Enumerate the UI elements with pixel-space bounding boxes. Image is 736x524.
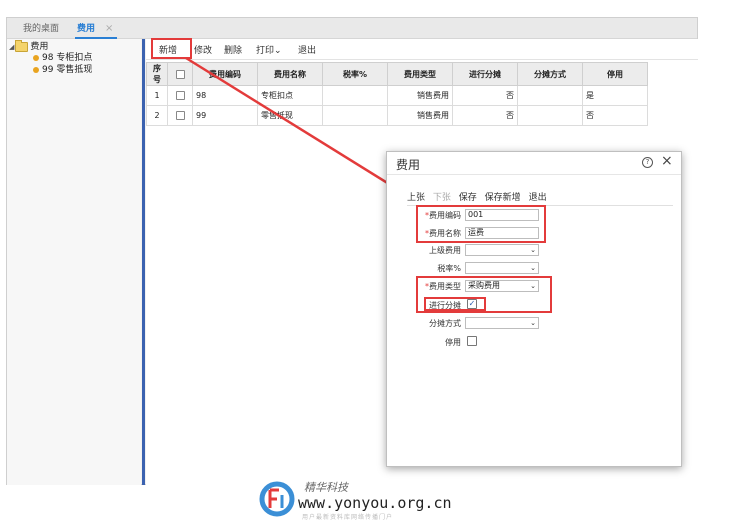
main-toolbar: 新增 修改 删除 打印⌄ 退出 [146,38,698,60]
row-name: 零售抵现 [257,105,323,126]
chevron-down-icon: ⌄ [530,246,536,254]
row-tax [322,85,388,106]
col-type: 费用类型 [387,62,453,86]
help-icon[interactable]: ? [642,157,653,168]
row-name: 专柜扣点 [257,85,323,106]
tab-expense-label: 费用 [77,24,96,34]
tax-label: 税率% [437,264,461,273]
col-select-all[interactable] [167,62,193,86]
disabled-label: 停用 [445,338,461,347]
col-share: 进行分摊 [452,62,518,86]
row-type: 销售费用 [387,85,453,106]
row-seq: 1 [146,85,168,106]
leaf-icon [33,66,39,73]
col-disabled: 停用 [582,62,648,86]
row-code: 99 [192,105,258,126]
folder-icon [15,40,29,52]
method-select[interactable]: ⌄ [465,317,539,329]
expense-dialog: 费用 ? × 上张 下张 保存 保存新增 退出 *费用编码 001 *费用名称 … [386,151,682,467]
parent-select[interactable]: ⌄ [465,244,539,256]
tab-expense[interactable]: 费用 [75,21,118,39]
col-code: 费用编码 [192,62,258,86]
tree-item-label: 99 零售抵现 [42,65,93,75]
disabled-checkbox[interactable] [467,336,477,346]
share-highlight [424,297,486,311]
edit-button[interactable]: 修改 [194,43,212,56]
row-share: 否 [452,105,518,126]
watermark-tagline: 用户最新资料库网络传播门户 [302,514,394,521]
exit-button[interactable]: 退出 [298,43,316,56]
tree-item-label: 98 专柜扣点 [42,53,93,63]
collapse-caret-icon[interactable]: ◢ [9,41,14,53]
row-share: 否 [452,85,518,106]
col-name: 费用名称 [257,62,323,86]
col-tax: 税率% [322,62,388,86]
row-disabled: 是 [582,85,648,106]
row-checkbox[interactable] [175,111,185,120]
tax-select[interactable]: ⌄ [465,262,539,274]
method-label: 分摊方式 [429,319,461,328]
print-button-label: 打印 [256,46,275,56]
row-method [517,85,583,106]
tree-item-99[interactable]: 99 零售抵现 [33,64,92,76]
col-seq: 序号 [146,62,168,86]
row-tax [322,105,388,126]
select-all-checkbox[interactable] [175,69,185,79]
tree-root-label: 费用 [30,42,49,52]
dialog-toolbar: 上张 下张 保存 保存新增 退出 [407,190,552,203]
prev-button[interactable]: 上张 [407,193,425,203]
tree-item-98[interactable]: 98 专柜扣点 [33,52,92,64]
tab-bar: 我的桌面 费用 × [7,18,697,39]
expense-tree: ◢ 费用 98 专柜扣点 99 零售抵现 [7,39,141,485]
tab-close-icon[interactable]: × [105,21,113,37]
code-name-highlight [416,205,546,243]
watermark-url: www.yonyou.org.cn [298,494,452,512]
expense-table: 序号 费用编码 费用名称 税率% 费用类型 进行分摊 分摊方式 停用 1 98 … [146,62,648,126]
row-checkbox-cell[interactable] [167,85,193,106]
add-button-highlight [151,38,192,59]
row-seq: 2 [146,105,168,126]
row-checkbox[interactable] [175,91,185,100]
leaf-icon [33,54,39,61]
chevron-down-icon: ⌄ [530,319,536,327]
watermark: 精华科技 www.yonyou.org.cn 用户最新资料库网络传播门户 [258,477,488,521]
chevron-down-icon: ⌄ [530,264,536,272]
table-row[interactable]: 1 98 专柜扣点 销售费用 否 是 [146,85,648,106]
delete-button[interactable]: 删除 [224,43,242,56]
watermark-logo [259,481,295,517]
row-code: 98 [192,85,258,106]
pane-splitter[interactable] [142,39,145,485]
next-button[interactable]: 下张 [433,193,451,203]
watermark-brand: 精华科技 [304,481,348,494]
tab-home[interactable]: 我的桌面 [23,21,59,37]
table-header-row: 序号 费用编码 费用名称 税率% 费用类型 进行分摊 分摊方式 停用 [146,62,648,86]
save-new-button[interactable]: 保存新增 [485,193,521,203]
row-checkbox-cell[interactable] [167,105,193,126]
chevron-down-icon: ⌄ [274,46,282,56]
col-method: 分摊方式 [517,62,583,86]
row-disabled: 否 [582,105,648,126]
close-icon[interactable]: × [661,153,673,169]
table-row[interactable]: 2 99 零售抵现 销售费用 否 否 [146,105,648,126]
dialog-divider [387,174,681,175]
row-method [517,105,583,126]
dialog-exit-button[interactable]: 退出 [529,193,547,203]
dialog-title: 费用 [396,158,421,172]
row-type: 销售费用 [387,105,453,126]
save-button[interactable]: 保存 [459,193,477,203]
parent-label: 上级费用 [429,246,461,255]
print-button[interactable]: 打印⌄ [256,43,282,56]
